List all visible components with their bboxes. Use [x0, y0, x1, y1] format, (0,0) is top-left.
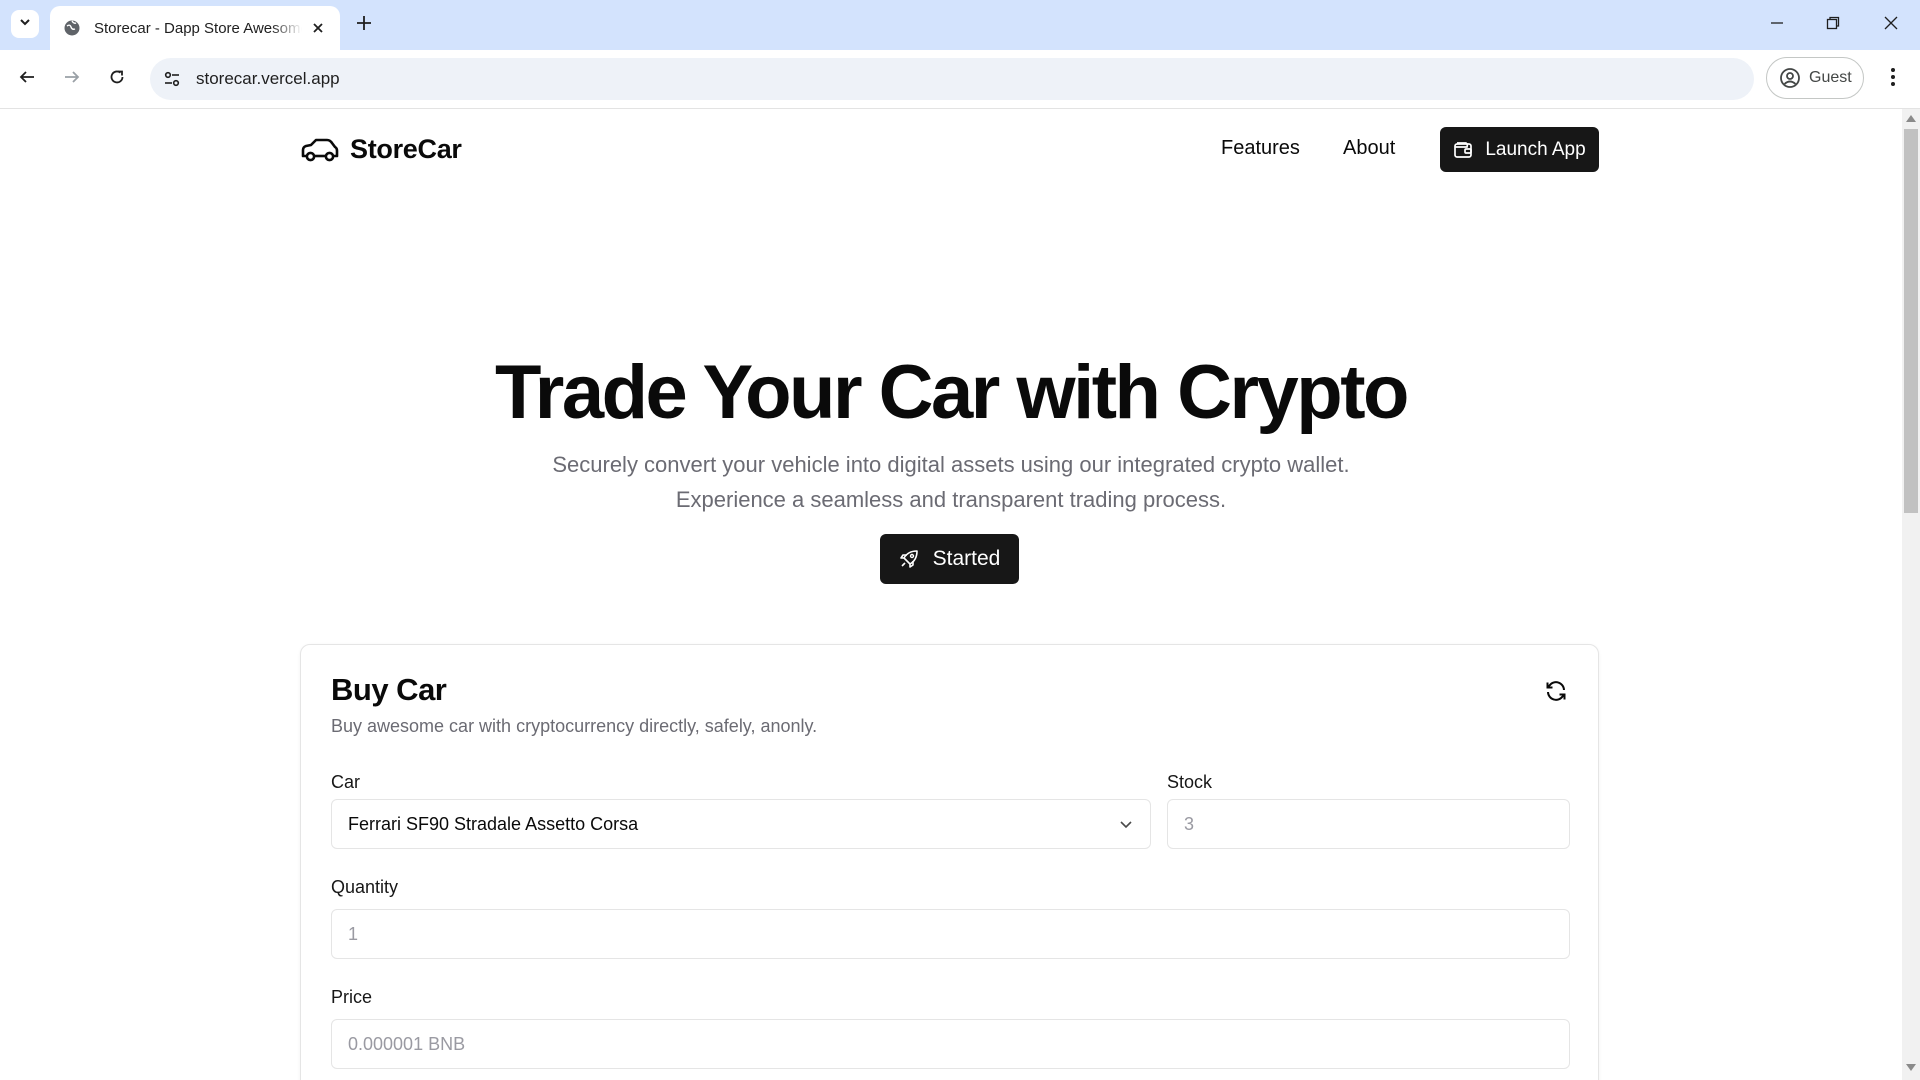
- arrow-left-icon: [18, 68, 36, 91]
- browser-menu-button[interactable]: [1880, 64, 1906, 94]
- launch-app-label: Launch App: [1485, 138, 1586, 160]
- nav-features[interactable]: Features: [1221, 137, 1300, 160]
- hero-title: Trade Your Car with Crypto: [495, 350, 1409, 435]
- address-bar[interactable]: storecar.vercel.app: [150, 58, 1754, 100]
- brand-name: StoreCar: [350, 134, 462, 164]
- restore-button[interactable]: [1818, 12, 1848, 38]
- close-icon[interactable]: [308, 18, 328, 38]
- browser-toolbar: storecar.vercel.app Guest: [0, 50, 1920, 109]
- page-viewport: StoreCar Features About Launch App Trade…: [0, 109, 1902, 1080]
- refresh-icon: [1544, 679, 1568, 708]
- chevron-down-icon: [18, 15, 32, 34]
- close-icon: [1883, 15, 1899, 36]
- card-title: Buy Car: [331, 672, 447, 707]
- quantity-label: Quantity: [331, 877, 399, 897]
- profile-button[interactable]: Guest: [1766, 57, 1864, 99]
- stock-field[interactable]: [1167, 799, 1570, 849]
- url-text[interactable]: storecar.vercel.app: [196, 69, 340, 89]
- new-tab-button[interactable]: [352, 13, 376, 37]
- launch-app-button[interactable]: Launch App: [1440, 127, 1599, 172]
- account-circle-icon: [1779, 67, 1801, 89]
- plus-icon: [355, 14, 373, 37]
- car-select[interactable]: Ferrari SF90 Stradale Assetto Corsa: [331, 799, 1151, 849]
- restore-icon: [1825, 15, 1841, 36]
- hero-subtitle-line-1: Securely convert your vehicle into digit…: [552, 452, 1350, 477]
- minimize-button[interactable]: [1762, 12, 1792, 38]
- price-field[interactable]: [331, 1019, 1570, 1069]
- wallet-icon: [1453, 139, 1475, 161]
- hero-subtitle-line-2: Experience a seamless and transparent tr…: [675, 487, 1227, 512]
- tab-title: Storecar - Dapp Store Awesome: [94, 19, 302, 37]
- car-label: Car: [331, 772, 361, 792]
- scroll-down-arrow-icon[interactable]: [1906, 1064, 1916, 1071]
- reload-button[interactable]: [102, 64, 132, 94]
- scroll-up-arrow-icon[interactable]: [1906, 115, 1916, 122]
- globe-icon: [62, 18, 82, 38]
- price-label: Price: [331, 987, 373, 1007]
- get-started-label: Started: [932, 547, 1001, 570]
- profile-label: Guest: [1809, 69, 1852, 86]
- refresh-button[interactable]: [1541, 678, 1571, 708]
- browser-tab-active[interactable]: Storecar - Dapp Store Awesome: [50, 6, 340, 50]
- page-scrollbar[interactable]: [1902, 109, 1920, 1080]
- car-select-value: Ferrari SF90 Stradale Assetto Corsa: [348, 814, 639, 834]
- forward-button[interactable]: [57, 64, 87, 94]
- browser-tab-bar: Storecar - Dapp Store Awesome: [0, 0, 1920, 50]
- reload-icon: [108, 68, 126, 91]
- quantity-field[interactable]: [331, 909, 1570, 959]
- arrow-right-icon: [63, 68, 81, 91]
- scroll-thumb[interactable]: [1904, 129, 1918, 513]
- get-started-button[interactable]: Started: [880, 534, 1019, 584]
- car-icon: [300, 135, 340, 165]
- rocket-icon: [899, 548, 921, 570]
- stock-label: Stock: [1167, 772, 1213, 792]
- chevron-down-icon: [1116, 814, 1136, 834]
- close-window-button[interactable]: [1876, 12, 1906, 38]
- minimize-icon: [1769, 15, 1785, 36]
- buy-car-card: Buy Car Buy awesome car with cryptocurre…: [300, 644, 1599, 1080]
- tune-icon[interactable]: [162, 69, 182, 89]
- nav-about[interactable]: About: [1343, 137, 1395, 160]
- card-description: Buy awesome car with cryptocurrency dire…: [331, 716, 818, 736]
- back-button[interactable]: [12, 64, 42, 94]
- more-vert-icon: [1890, 67, 1896, 92]
- hero-subtitle: Securely convert your vehicle into digit…: [0, 447, 1902, 517]
- tab-search-button[interactable]: [11, 10, 39, 38]
- site-logo[interactable]: StoreCar: [300, 134, 462, 165]
